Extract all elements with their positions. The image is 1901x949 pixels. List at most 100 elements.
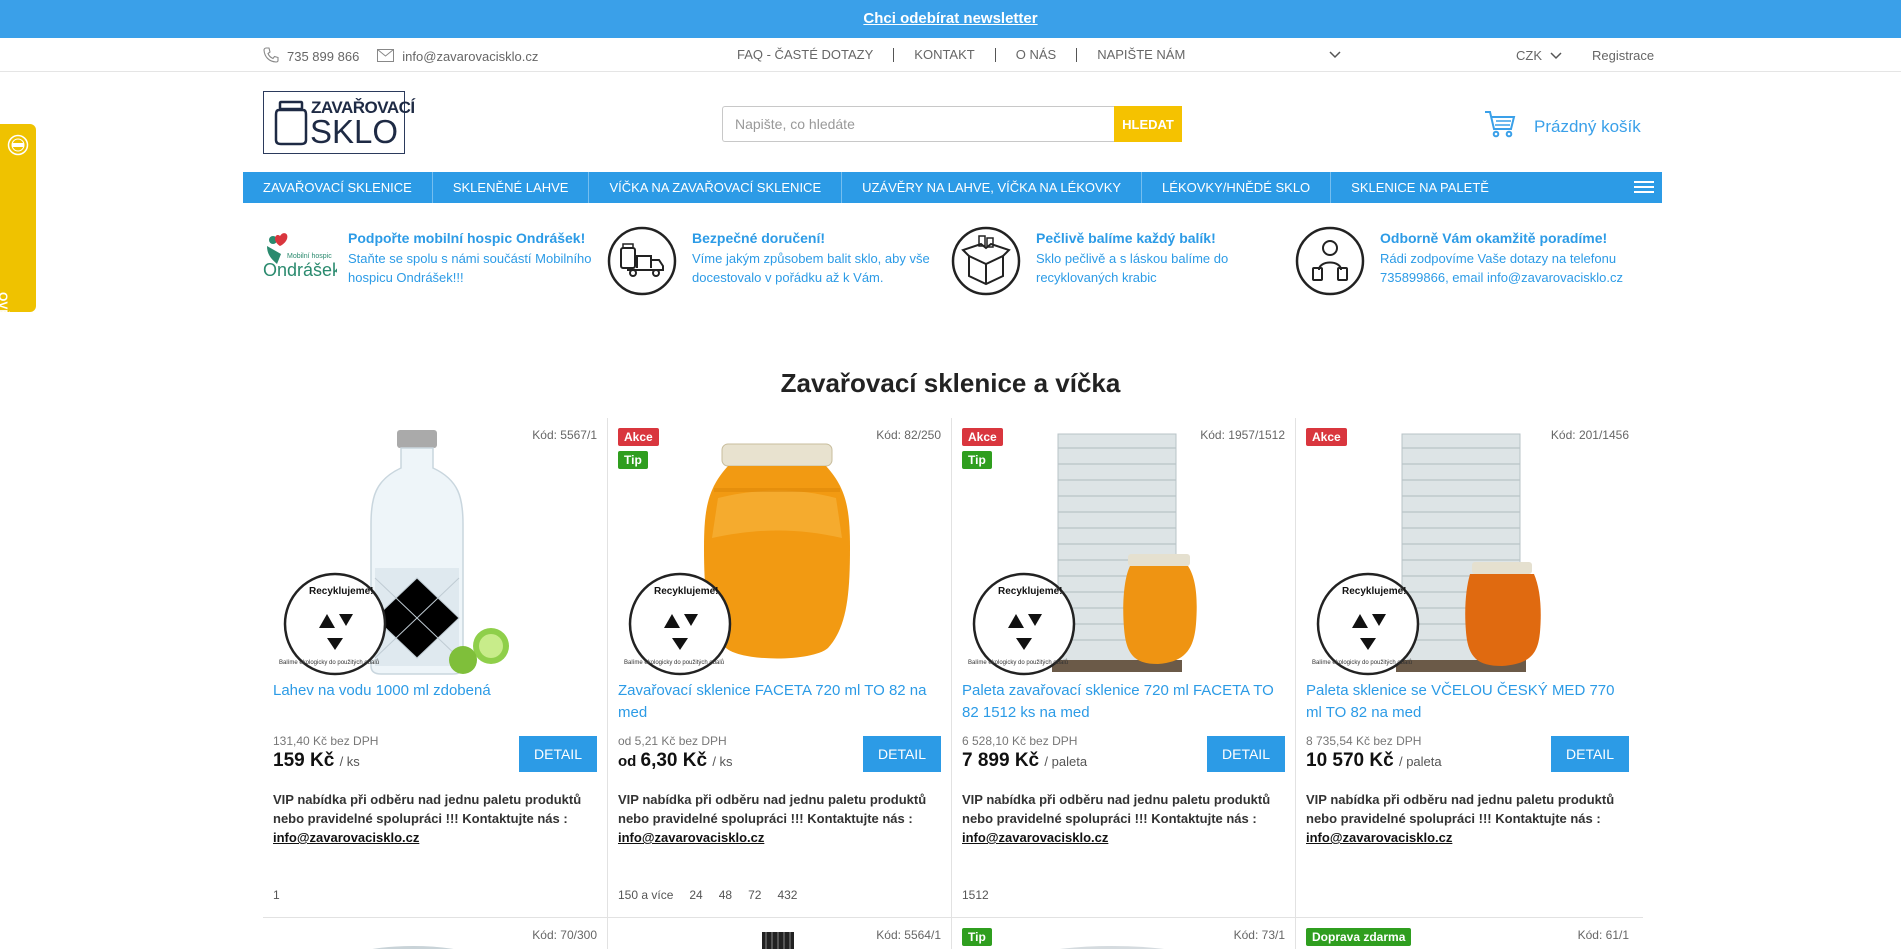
email-address: info@zavarovacisklo.cz <box>402 49 539 64</box>
product-image[interactable] <box>758 932 798 949</box>
product-image[interactable] <box>1426 940 1526 949</box>
feature-title: Podpořte mobilní hospic Ondrášek! <box>348 230 586 246</box>
nav-item-jars[interactable]: ZAVAŘOVACÍ SKLENICE <box>243 172 433 203</box>
search-input[interactable] <box>722 106 1114 142</box>
product-name[interactable]: Zavařovací sklenice FACETA 720 ml TO 82 … <box>618 680 942 724</box>
detail-button[interactable]: DETAIL <box>1551 736 1629 772</box>
product-image[interactable]: Recyklujeme! Balíme ekologicky do použit… <box>1306 428 1630 676</box>
quantity-option[interactable]: 1512 <box>962 888 989 902</box>
vip-email-link[interactable]: info@zavarovacisklo.cz <box>618 830 764 845</box>
newsletter-bar: Chci odebírat newsletter <box>0 0 1901 38</box>
vip-text: VIP nabídka při odběru nad jednu paletu … <box>1306 792 1615 826</box>
hospice-logo-big: Ondrášek <box>263 260 337 280</box>
tag-free-shipping: Doprava zdarma <box>1306 928 1412 946</box>
tag-sale: Akce <box>618 428 659 446</box>
jar-logo-icon <box>274 100 308 151</box>
product-card: Doprava zdarma Kód: 61/1 <box>1295 918 1639 949</box>
site-logo[interactable]: ZAVAŘOVACÍ SKLO <box>263 91 415 154</box>
quantity-options: 1 <box>273 888 280 902</box>
nav-item-pallet-jars[interactable]: SKLENICE NA PALETĚ <box>1331 172 1509 203</box>
search-button[interactable]: HLEDAT <box>1114 106 1182 142</box>
product-name[interactable]: Paleta zavařovací sklenice 720 ml FACETA… <box>962 680 1286 724</box>
vip-offer: VIP nabídka při odběru nad jednu paletu … <box>618 790 948 847</box>
nav-item-medicine-bottles[interactable]: LÉKOVKY/HNĚDÉ SKLO <box>1142 172 1332 203</box>
nav-item-bottles[interactable]: SKLENĚNÉ LAHVE <box>433 172 590 203</box>
hospice-logo: Mobilní hospic Ondrášek <box>263 226 342 296</box>
detail-button[interactable]: DETAIL <box>519 736 597 772</box>
top-utility-bar: 735 899 866 info@zavarovacisklo.cz FAQ -… <box>0 38 1901 72</box>
search-bar: HLEDAT <box>722 106 1182 142</box>
product-code: Kód: 61/1 <box>1577 928 1629 942</box>
product-image[interactable] <box>1022 940 1202 949</box>
product-tags: Akce Tip <box>618 428 659 474</box>
quantity-option[interactable]: 432 <box>777 888 797 902</box>
newsletter-link[interactable]: Chci odebírat newsletter <box>863 0 1037 38</box>
product-tags: Tip <box>962 928 992 949</box>
product-name[interactable]: Paleta sklenice se VČELOU ČESKÝ MED 770 … <box>1306 680 1630 724</box>
product-card: Kód: 5564/1 <box>607 918 951 949</box>
price-unit: / paleta <box>1398 754 1442 769</box>
hospice-logo-small: Mobilní hospic <box>287 253 332 260</box>
vip-email-link[interactable]: info@zavarovacisklo.cz <box>962 830 1108 845</box>
product-card: Kód: 70/300 <box>263 918 607 949</box>
feature-safe-delivery[interactable]: Bezpečné doručení! Víme jakým způsobem b… <box>607 226 937 296</box>
topnav-about[interactable]: O NÁS <box>994 48 1076 62</box>
product-image[interactable]: Recyklujeme! Balíme ekologicky do použit… <box>618 428 942 676</box>
recycle-stamp-top: Recyklujeme! <box>309 586 373 597</box>
detail-button[interactable]: DETAIL <box>1207 736 1285 772</box>
product-image[interactable]: Recyklujeme! Balíme ekologicky do použit… <box>962 428 1286 676</box>
feature-careful-packing[interactable]: Pečlivě balíme každý balík! Sklo pečlivě… <box>951 226 1281 296</box>
nav-item-jar-lids[interactable]: VÍČKA NA ZAVAŘOVACÍ SKLENICE <box>589 172 843 203</box>
price-box: 131,40 Kč bez DPH 159 Kč / ks <box>273 734 378 772</box>
nav-item-bottle-caps[interactable]: UZÁVĚRY NA LAHVE, VÍČKA NA LÉKOVKY <box>842 172 1143 203</box>
logo-text-bottom: SKLO <box>310 113 399 150</box>
currency-selector[interactable]: CZK <box>1516 48 1562 63</box>
dropdown-label: NAPIŠTE NÁM <box>1097 47 1186 62</box>
menu-icon[interactable] <box>1634 179 1654 200</box>
price: 159 Kč / ks <box>273 750 378 772</box>
price-from: od <box>618 753 641 770</box>
quantity-option[interactable]: 150 a více <box>618 888 673 902</box>
product-code: Kód: 5564/1 <box>876 928 941 942</box>
cart-label: Prázdný košík <box>1534 116 1641 136</box>
phone-icon <box>263 47 279 66</box>
price-value: 7 899 Kč <box>962 750 1040 771</box>
main-navigation: ZAVAŘOVACÍ SKLENICE SKLENĚNÉ LAHVE VÍČKA… <box>243 172 1662 203</box>
recycle-stamp-top: Recyklujeme! <box>1342 586 1406 597</box>
recycle-stamp-bottom: Balíme ekologicky do použitých obalů <box>624 659 724 666</box>
product-code: Kód: 5567/1 <box>532 428 597 442</box>
product-card: Recyklujeme! Balíme ekologicky do použit… <box>951 418 1295 918</box>
section-title: Zavařovací sklenice a víčka <box>780 368 1121 398</box>
feature-hospice[interactable]: Mobilní hospic Ondrášek Podpořte mobilní… <box>263 226 593 296</box>
topnav-contact[interactable]: KONTAKT <box>893 48 994 62</box>
feature-expert-advice[interactable]: Odborně Vám okamžitě poradíme! Rádi zodp… <box>1295 226 1625 296</box>
vip-email-link[interactable]: info@zavarovacisklo.cz <box>1306 830 1452 845</box>
topnav-write-us-dropdown[interactable]: NAPIŠTE NÁM <box>1076 48 1356 62</box>
tag-tip: Tip <box>962 451 992 469</box>
recycle-stamp-top: Recyklujeme! <box>654 586 718 597</box>
detail-button[interactable]: DETAIL <box>863 736 941 772</box>
product-code: Kód: 201/1456 <box>1550 428 1629 442</box>
register-link[interactable]: Registrace <box>1592 48 1654 63</box>
quantity-options: 150 a více 24 48 72 432 <box>618 888 797 902</box>
product-name[interactable]: Lahev na vodu 1000 ml zdobená <box>273 680 597 702</box>
topnav-faq[interactable]: FAQ - ČASTÉ DOTAZY <box>722 48 893 62</box>
product-image[interactable]: Recyklujeme! Balíme ekologicky do použit… <box>273 428 597 676</box>
verified-by-customers-badge[interactable]: OVĚŘENO ZÁKAZNÍKY <box>0 124 36 425</box>
feature-title: Odborně Vám okamžitě poradíme! <box>1380 230 1608 246</box>
quantity-option[interactable]: 1 <box>273 888 280 902</box>
chevron-down-icon <box>1550 48 1562 63</box>
email-contact[interactable]: info@zavarovacisklo.cz <box>377 48 539 65</box>
vip-email-link[interactable]: info@zavarovacisklo.cz <box>273 830 419 845</box>
price-box: od 5,21 Kč bez DPH od 6,30 Kč / ks <box>618 734 733 772</box>
cart-link[interactable]: Prázdný košík <box>1484 110 1641 143</box>
product-image[interactable] <box>343 940 483 949</box>
price-without-vat: 8 735,54 Kč bez DPH <box>1306 734 1422 748</box>
quantity-option[interactable]: 24 <box>689 888 702 902</box>
recycle-stamp-bottom: Balíme ekologicky do použitých obalů <box>968 659 1068 666</box>
quantity-option[interactable]: 72 <box>748 888 761 902</box>
box-icon <box>951 226 1021 296</box>
phone-contact[interactable]: 735 899 866 <box>263 47 359 66</box>
quantity-option[interactable]: 48 <box>719 888 732 902</box>
product-card: Recyklujeme! Balíme ekologicky do použit… <box>1295 418 1639 918</box>
